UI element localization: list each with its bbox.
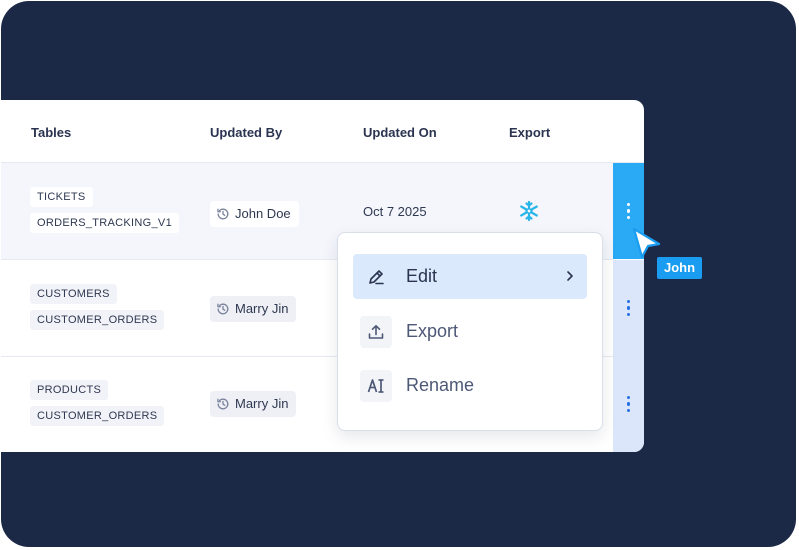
history-icon	[217, 398, 229, 410]
kebab-menu-icon	[626, 395, 631, 413]
row-actions-button[interactable]	[613, 260, 644, 356]
kebab-menu-icon	[626, 202, 631, 220]
table-tag: TICKETS	[30, 187, 93, 207]
updated-by-chip: Marry Jin	[210, 391, 297, 417]
updated-by-name: Marry Jin	[235, 301, 289, 316]
table-tag: CUSTOMERS	[30, 284, 117, 304]
cursor-pointer-icon	[632, 227, 661, 259]
header-updated-on: Updated On	[363, 125, 437, 140]
background-canvas: Tables Updated By Updated On Export TICK…	[1, 1, 796, 547]
cursor-user-label: John	[657, 257, 703, 279]
chevron-right-icon	[567, 271, 573, 281]
row-context-menu: Edit Export Rename	[337, 232, 603, 431]
history-icon	[217, 303, 229, 315]
menu-item-label: Edit	[406, 266, 438, 286]
header-tables: Tables	[31, 125, 72, 140]
table-tag: CUSTOMER_ORDERS	[30, 310, 165, 330]
updated-by-name: John Doe	[235, 206, 291, 221]
updated-by-chip: John Doe	[210, 201, 299, 227]
menu-item-rename[interactable]: Rename	[353, 363, 587, 408]
updated-by-name: Marry Jin	[235, 396, 289, 411]
kebab-menu-icon	[626, 299, 631, 317]
table-tag: CUSTOMER_ORDERS	[30, 406, 165, 426]
snowflake-icon[interactable]	[518, 200, 540, 222]
ai-rename-icon	[360, 369, 392, 402]
table-tag: PRODUCTS	[30, 380, 109, 400]
history-icon	[217, 208, 229, 220]
upload-icon	[360, 315, 392, 348]
menu-item-label: Export	[406, 321, 459, 341]
header-export: Export	[509, 125, 551, 140]
table-tag: ORDERS_TRACKING_V1	[30, 213, 179, 233]
pencil-icon	[360, 261, 392, 293]
table-header: Tables Updated By Updated On Export	[1, 100, 644, 163]
header-updated-by: Updated By	[210, 125, 283, 140]
menu-item-export[interactable]: Export	[353, 309, 587, 354]
menu-item-label: Rename	[406, 375, 475, 395]
row-actions-button[interactable]	[613, 356, 644, 452]
updated-by-chip: Marry Jin	[210, 296, 297, 322]
updated-on-date: Oct 7 2025	[363, 204, 427, 219]
menu-item-edit[interactable]: Edit	[353, 254, 587, 299]
